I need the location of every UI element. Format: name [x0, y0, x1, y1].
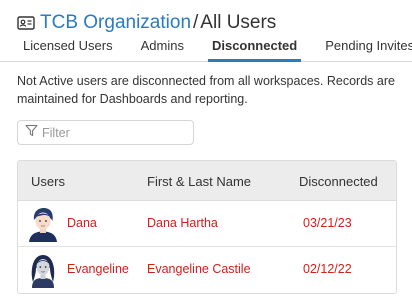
- full-name: Evangeline Castile: [147, 262, 251, 276]
- breadcrumb: TCB Organization / All Users: [17, 11, 276, 35]
- user-link[interactable]: Evangeline: [67, 262, 129, 276]
- organization-link[interactable]: TCB Organization: [40, 12, 191, 34]
- table-row[interactable]: Evangeline Evangeline Castile 02/12/22: [18, 247, 396, 293]
- users-table: Users First & Last Name Disconnected Dan: [17, 160, 397, 294]
- filter-input[interactable]: [42, 125, 182, 140]
- avatar: [26, 252, 60, 288]
- filter-icon: [25, 124, 42, 142]
- table-row[interactable]: Dana Dana Hartha 03/21/23: [18, 201, 396, 247]
- tab-licensed-users[interactable]: Licensed Users: [9, 38, 127, 62]
- breadcrumb-separator: /: [193, 12, 199, 33]
- tab-admins[interactable]: Admins: [127, 38, 198, 62]
- page-title: All Users: [200, 12, 277, 33]
- disconnected-date: 03/21/23: [303, 216, 352, 230]
- tab-disconnected[interactable]: Disconnected: [198, 38, 311, 62]
- info-text: Not Active users are disconnected from a…: [17, 74, 395, 106]
- column-header-name[interactable]: First & Last Name: [147, 174, 251, 189]
- id-card-icon: [17, 16, 35, 30]
- disconnected-date: 02/12/22: [303, 262, 352, 276]
- avatar: [26, 206, 60, 242]
- page-header: TCB Organization / All Users Licensed Us…: [0, 0, 412, 62]
- main-content: Not Active users are disconnected from a…: [0, 63, 412, 302]
- tab-pending-invites[interactable]: Pending Invites: [311, 38, 412, 62]
- user-link[interactable]: Dana: [67, 216, 97, 230]
- column-header-users[interactable]: Users: [31, 174, 65, 189]
- column-header-disconnected[interactable]: Disconnected: [299, 174, 378, 189]
- full-name: Dana Hartha: [147, 216, 218, 230]
- filter-field[interactable]: [17, 120, 194, 145]
- table-header: Users First & Last Name Disconnected: [18, 161, 396, 201]
- user-tabs: Licensed Users Admins Disconnected Pendi…: [9, 38, 412, 62]
